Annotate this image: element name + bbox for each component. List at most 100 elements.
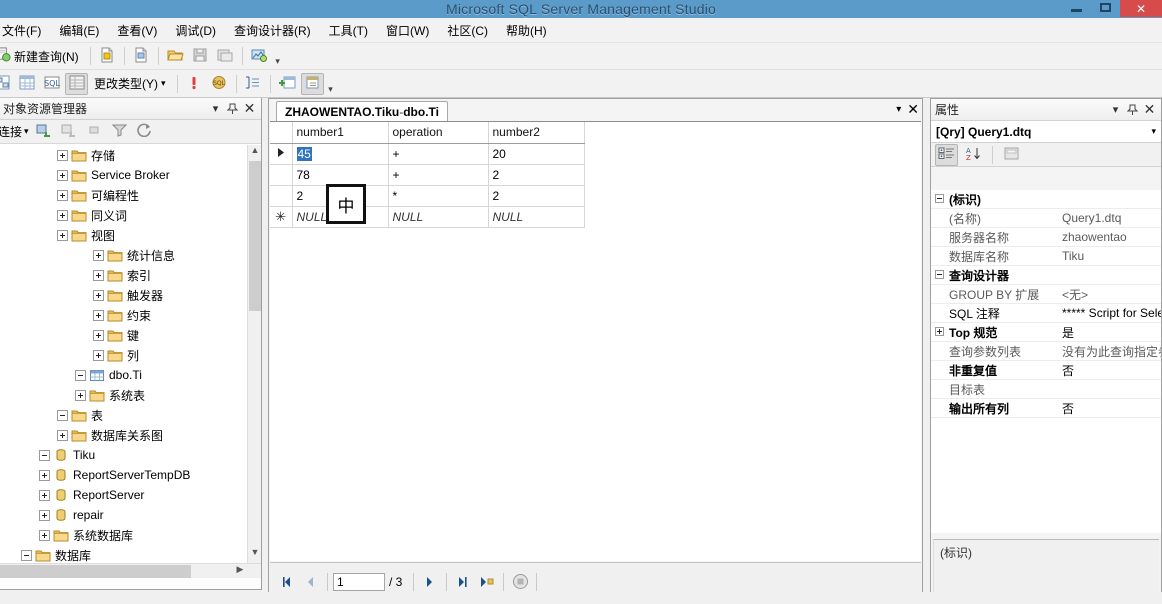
expand-icon[interactable] [57, 209, 68, 221]
go-previous-button[interactable] [300, 571, 322, 593]
expand-icon[interactable] [93, 349, 104, 361]
menu-tools[interactable]: 工具(T) [320, 18, 377, 43]
property-value[interactable]: zhaowentao [1059, 230, 1161, 244]
table-cell[interactable]: 78 [292, 164, 389, 186]
connect-icon-button[interactable] [33, 121, 56, 143]
expand-icon[interactable] [39, 509, 50, 521]
expand-icon[interactable] [57, 169, 68, 181]
new-query-button[interactable]: 新建查询(N) [0, 45, 85, 67]
tree-node[interactable]: 同义词 [0, 205, 261, 225]
add-derived-table-button[interactable] [300, 72, 324, 95]
tree-horizontal-scrollbar[interactable]: ▶ [0, 563, 261, 578]
table-cell[interactable]: * [388, 185, 489, 207]
expand-icon[interactable] [39, 489, 50, 501]
save-all-button[interactable] [214, 45, 237, 67]
tree-node[interactable]: 索引 [0, 265, 261, 285]
tree-node[interactable]: Service Broker [0, 165, 261, 185]
collapse-icon[interactable] [39, 449, 50, 461]
tree-node[interactable]: Tiku [0, 445, 261, 465]
menu-help[interactable]: 帮助(H) [497, 18, 556, 43]
document-tab[interactable]: ZHAOWENTAO.Tiku - dbo.Ti [276, 101, 448, 121]
current-row-arrow[interactable] [270, 143, 293, 165]
go-new-row-button[interactable] [476, 571, 498, 593]
menu-edit[interactable]: 编辑(E) [50, 18, 108, 43]
disconnect-icon-button[interactable] [58, 121, 81, 143]
grid-corner-cell[interactable] [270, 122, 293, 144]
toolbar-overflow-button[interactable] [325, 73, 337, 95]
property-value[interactable]: ***** Script for Selec [1059, 306, 1161, 320]
column-header[interactable]: operation [388, 122, 489, 144]
expand-icon[interactable] [57, 229, 68, 241]
go-next-button[interactable] [419, 571, 441, 593]
close-icon[interactable]: ✕ [907, 101, 919, 118]
tree-node[interactable]: 数据库关系图 [0, 425, 261, 445]
toolbar-overflow-button[interactable] [272, 45, 284, 67]
column-header[interactable]: number2 [488, 122, 585, 144]
analyze-query-button[interactable] [248, 45, 271, 67]
property-object-selector[interactable]: [Qry] Query1.dtq ▾ [931, 121, 1161, 143]
tree-node[interactable]: 数据库 [0, 545, 261, 565]
scroll-up-icon[interactable]: ▲ [248, 145, 261, 160]
tree-node[interactable]: ReportServer [0, 485, 261, 505]
expand-icon[interactable] [57, 149, 68, 161]
object-explorer-tree[interactable]: 存储 Service Broker 可编程性 同义词 视图 统计信息 索引 触发器 约束键列 db… [0, 144, 261, 578]
stop-button[interactable] [509, 571, 531, 593]
close-icon[interactable]: ✕ [241, 100, 258, 118]
table-cell[interactable]: 45 [292, 143, 389, 165]
open-file-button[interactable] [164, 45, 187, 67]
property-value[interactable]: Tiku [1059, 249, 1161, 263]
go-last-button[interactable] [452, 571, 474, 593]
table-row[interactable]: 78 +2 [270, 164, 585, 186]
table-cell[interactable]: NULL [388, 206, 489, 228]
menu-view[interactable]: 查看(V) [108, 18, 166, 43]
collapse-icon[interactable] [75, 369, 86, 381]
scroll-right-icon[interactable]: ▶ [233, 564, 247, 578]
property-value[interactable]: 没有为此查询指定参数 [1059, 343, 1161, 360]
property-row[interactable]: 输出所有列 否 [931, 399, 1161, 418]
menu-file[interactable]: 文件(F) [0, 18, 50, 43]
pin-icon[interactable] [1124, 101, 1141, 119]
table-row[interactable]: 2 * 2 [270, 185, 585, 207]
categorized-view-button[interactable] [935, 143, 958, 166]
scroll-down-icon[interactable]: ▼ [248, 547, 261, 562]
property-row[interactable]: SQL 注释 ***** Script for Selec [931, 304, 1161, 323]
property-pages-button[interactable] [1000, 144, 1023, 166]
property-value[interactable]: 否 [1059, 400, 1161, 417]
property-category-row[interactable]: 查询设计器 [931, 266, 1161, 285]
row-header[interactable] [270, 185, 293, 207]
table-row[interactable]: 45 +20 [270, 143, 585, 165]
property-row[interactable]: Top 规范 是 [931, 323, 1161, 342]
page-number-input[interactable]: 1 [333, 572, 385, 591]
filter-icon-button[interactable] [108, 121, 131, 143]
new-file-2-button[interactable] [130, 45, 153, 67]
tree-node[interactable]: 视图 [0, 225, 261, 245]
tree-node[interactable]: repair [0, 505, 261, 525]
collapse-icon[interactable] [931, 269, 947, 281]
property-value[interactable]: Query1.dtq [1059, 211, 1161, 225]
new-row-asterisk[interactable]: ✳ [270, 206, 293, 228]
tree-node[interactable]: 表 [0, 405, 261, 425]
property-row[interactable]: 查询参数列表 没有为此查询指定参数 [931, 342, 1161, 361]
tree-node[interactable]: ReportServerTempDB [0, 465, 261, 485]
tree-vertical-scrollbar[interactable]: ▲ ▼ [247, 145, 261, 578]
expand-icon[interactable] [39, 529, 50, 541]
table-cell[interactable]: 2 [488, 164, 585, 186]
property-value[interactable]: 否 [1059, 362, 1161, 379]
tree-node[interactable]: 存储 [0, 145, 261, 165]
table-cell[interactable]: 2 [488, 185, 585, 207]
chevron-down-icon[interactable]: ▾ [1107, 101, 1124, 119]
property-grid[interactable]: (标识) (名称) Query1.dtq 服务器名称 zhaowentao 数据库名称 Ti… [931, 190, 1161, 533]
menu-window[interactable]: 窗口(W) [377, 18, 438, 43]
expand-icon[interactable] [57, 429, 68, 441]
data-table[interactable]: number1 operation number2 45 +20 78 +2 2 * 2 ✳ NULL… [270, 122, 585, 228]
menu-community[interactable]: 社区(C) [438, 18, 497, 43]
expand-icon[interactable] [57, 189, 68, 201]
show-results-pane-button[interactable] [65, 72, 88, 95]
column-header[interactable]: number1 [292, 122, 389, 144]
tree-node[interactable]: 约束 [0, 305, 261, 325]
property-row[interactable]: GROUP BY 扩展 <无> [931, 285, 1161, 304]
show-sql-pane-button[interactable]: SQL [40, 73, 63, 95]
execute-sql-button[interactable] [183, 73, 206, 95]
tree-hscroll-thumb[interactable] [0, 565, 191, 578]
row-header[interactable] [270, 164, 293, 186]
